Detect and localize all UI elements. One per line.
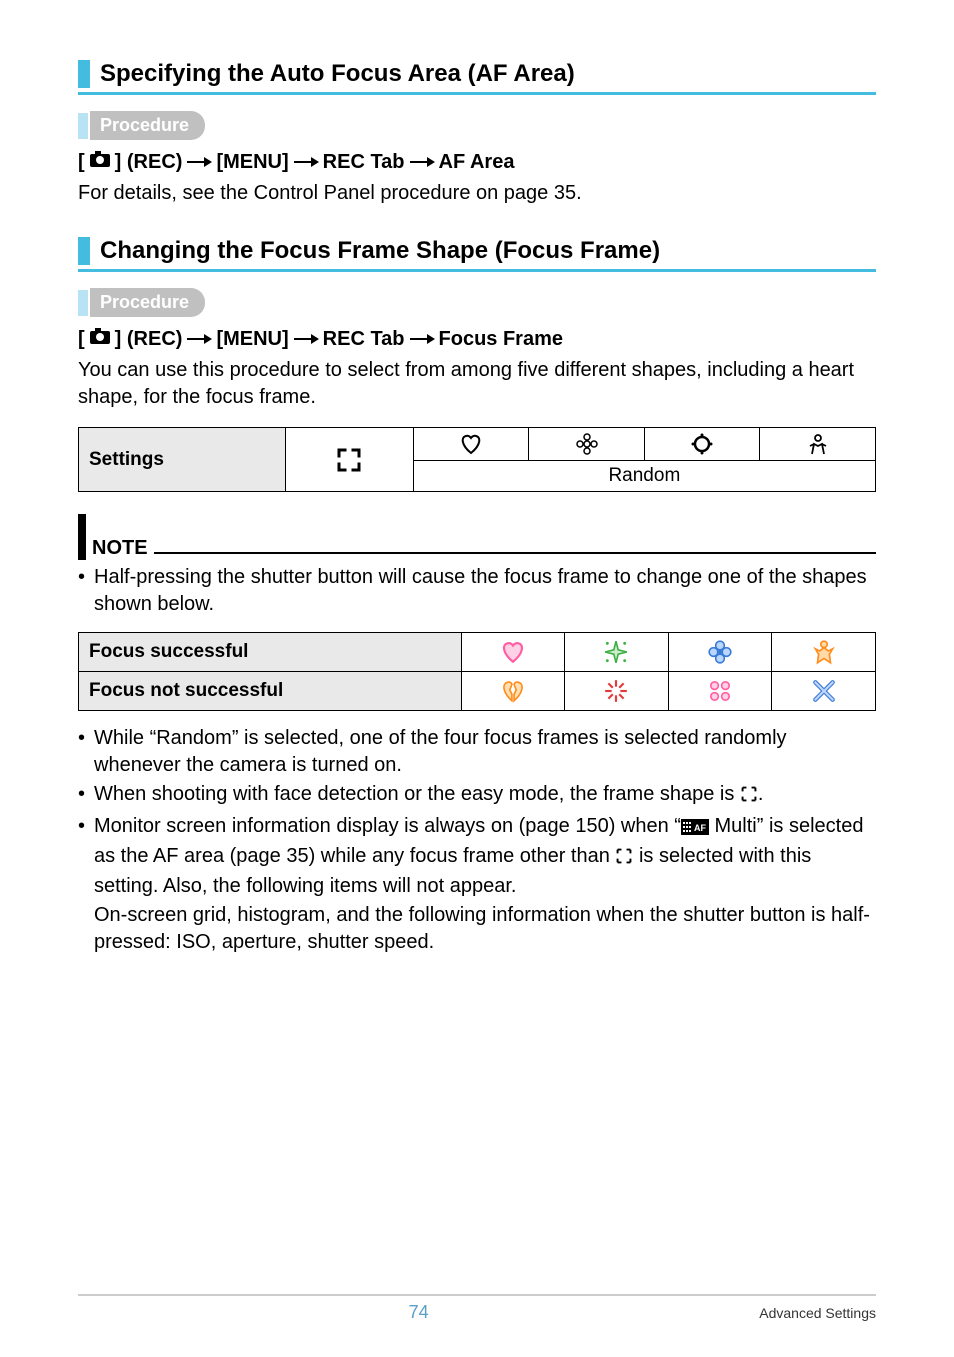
bullet-text-end: . bbox=[758, 783, 764, 805]
focus-unsuccessful-label: Focus not successful bbox=[79, 672, 462, 711]
heart-pink-icon bbox=[500, 640, 526, 664]
arrow-icon bbox=[409, 151, 435, 174]
svg-text:AF: AF bbox=[694, 823, 706, 833]
cross-blue-icon bbox=[811, 678, 837, 704]
page-footer: 74 Advanced Settings bbox=[78, 1294, 876, 1323]
heart-pink-icon-cell bbox=[461, 633, 565, 672]
heading-text: Changing the Focus Frame Shape (Focus Fr… bbox=[90, 237, 660, 265]
procedure-pill: Procedure bbox=[90, 111, 205, 140]
settings-random-cell: Random bbox=[413, 461, 875, 492]
heading-text: Specifying the Auto Focus Area (AF Area) bbox=[90, 60, 575, 88]
procedure-tick bbox=[78, 113, 88, 139]
clover-blue-icon bbox=[707, 639, 733, 665]
clover-pink-icon-cell bbox=[668, 672, 772, 711]
note-rule bbox=[154, 552, 876, 554]
section2-body: You can use this procedure to select fro… bbox=[78, 357, 876, 411]
frame-default-icon-cell bbox=[286, 428, 414, 492]
note-heading-row: NOTE bbox=[78, 514, 876, 560]
procedure-pill: Procedure bbox=[90, 288, 205, 317]
path-target: AF Area bbox=[439, 151, 515, 174]
menu-path-af-area: [ ] (REC) [MENU] REC Tab AF Area bbox=[78, 150, 876, 174]
star-blue-x-icon-cell bbox=[772, 672, 876, 711]
flower-green-icon-cell bbox=[565, 633, 669, 672]
table-row: Focus not successful bbox=[79, 672, 876, 711]
settings-table: Settings Random bbox=[78, 427, 876, 492]
heading-rule bbox=[78, 269, 876, 272]
frame-flower-icon-cell bbox=[529, 428, 645, 461]
path-rec: ] (REC) bbox=[115, 328, 183, 351]
table-row: Settings bbox=[79, 428, 876, 461]
af-multi-icon: AF bbox=[681, 816, 709, 843]
bullet3-continuation: On-screen grid, histogram, and the follo… bbox=[78, 902, 876, 956]
arrow-icon bbox=[293, 328, 319, 351]
section-heading-af-area: Specifying the Auto Focus Area (AF Area) bbox=[78, 60, 876, 88]
arrow-icon bbox=[409, 328, 435, 351]
menu-path-focus-frame: [ ] (REC) [MENU] REC Tab Focus Frame bbox=[78, 327, 876, 351]
ring-dots-icon bbox=[690, 432, 714, 456]
bullet-text: Monitor screen information display is al… bbox=[94, 815, 681, 837]
heart-outline-icon bbox=[459, 433, 483, 455]
list-item: Half-pressing the shutter button will ca… bbox=[78, 564, 876, 618]
path-rectab: REC Tab bbox=[323, 328, 405, 351]
info-bullets: While “Random” is selected, one of the f… bbox=[78, 725, 876, 900]
clover-blue-icon-cell bbox=[668, 633, 772, 672]
focus-brackets-icon bbox=[335, 446, 363, 474]
flower-outline-icon bbox=[575, 432, 599, 456]
focus-brackets-icon bbox=[740, 784, 758, 811]
frame-star-icon-cell bbox=[760, 428, 876, 461]
procedure-label-row: Procedure bbox=[78, 111, 876, 140]
bullet-text: When shooting with face detection or the… bbox=[94, 783, 740, 805]
path-rectab: REC Tab bbox=[323, 151, 405, 174]
table-row: Focus successful bbox=[79, 633, 876, 672]
path-menu: [MENU] bbox=[216, 151, 288, 174]
section1-body: For details, see the Control Panel proce… bbox=[78, 180, 876, 207]
arrow-icon bbox=[293, 151, 319, 174]
burst-red-icon bbox=[603, 678, 629, 704]
person-orange-icon bbox=[811, 639, 837, 665]
camera-icon bbox=[89, 150, 111, 174]
arrow-icon bbox=[186, 328, 212, 351]
note-bullets: Half-pressing the shutter button will ca… bbox=[78, 564, 876, 618]
note-bar bbox=[78, 514, 86, 560]
person-outline-icon bbox=[806, 432, 830, 456]
procedure-label-row: Procedure bbox=[78, 288, 876, 317]
list-item: Monitor screen information display is al… bbox=[78, 813, 876, 900]
flower-red-icon-cell bbox=[565, 672, 669, 711]
chapter-label: Advanced Settings bbox=[759, 1305, 876, 1321]
settings-label-cell: Settings bbox=[79, 428, 286, 492]
path-target: Focus Frame bbox=[439, 328, 563, 351]
focus-result-table: Focus successful Focus not successful bbox=[78, 632, 876, 711]
heart-broken-icon bbox=[500, 679, 526, 703]
frame-heart-icon-cell bbox=[413, 428, 529, 461]
heading-rule bbox=[78, 92, 876, 95]
star-orange-icon-cell bbox=[772, 633, 876, 672]
list-item: While “Random” is selected, one of the f… bbox=[78, 725, 876, 779]
page-number: 74 bbox=[78, 1302, 759, 1323]
procedure-tick bbox=[78, 290, 88, 316]
note-label: NOTE bbox=[92, 537, 148, 560]
arrow-icon bbox=[186, 151, 212, 174]
clover-split-icon bbox=[707, 678, 733, 704]
path-open-bracket: [ bbox=[78, 328, 85, 351]
heading-accent-bar bbox=[78, 60, 90, 88]
camera-icon bbox=[89, 327, 111, 351]
focus-successful-label: Focus successful bbox=[79, 633, 462, 672]
heading-accent-bar bbox=[78, 237, 90, 265]
focus-brackets-icon bbox=[615, 846, 633, 873]
path-rec: ] (REC) bbox=[115, 151, 183, 174]
path-open-bracket: [ bbox=[78, 151, 85, 174]
list-item: When shooting with face detection or the… bbox=[78, 781, 876, 811]
frame-ring-icon-cell bbox=[644, 428, 760, 461]
heart-broken-icon-cell bbox=[461, 672, 565, 711]
section-heading-focus-frame: Changing the Focus Frame Shape (Focus Fr… bbox=[78, 237, 876, 265]
sparkle-green-icon bbox=[603, 639, 629, 665]
path-menu: [MENU] bbox=[216, 328, 288, 351]
